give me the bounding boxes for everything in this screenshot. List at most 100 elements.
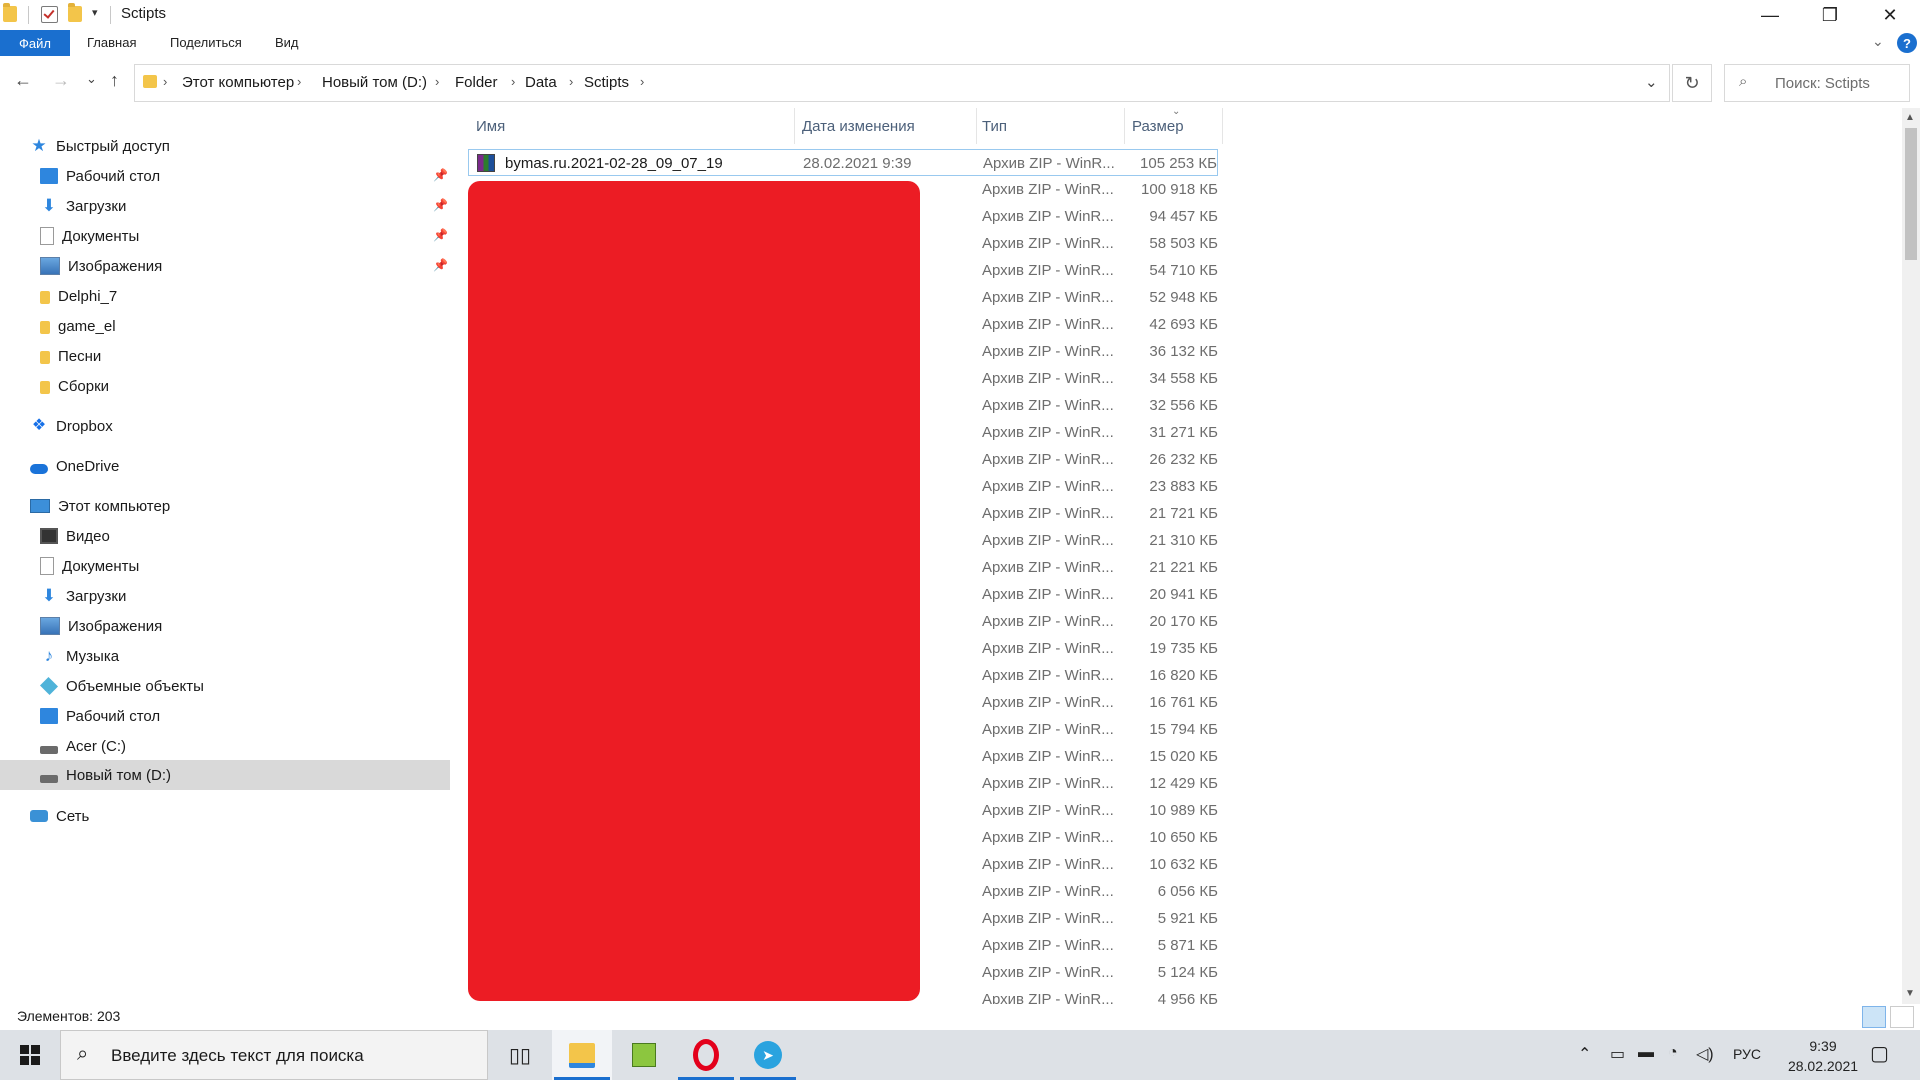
help-icon[interactable]: ? (1897, 33, 1917, 53)
file-type: Архив ZIP - WinR... (982, 802, 1114, 819)
minimize-button[interactable]: — (1740, 0, 1800, 30)
properties-check-icon[interactable] (41, 6, 58, 23)
pin-icon[interactable]: 📌 (433, 198, 448, 212)
up-arrow-icon[interactable]: ↑ (110, 70, 119, 91)
column-header-size[interactable]: Размер (1132, 118, 1184, 135)
chevron-right-icon[interactable]: › (297, 74, 301, 89)
telegram-icon[interactable]: ➤ (738, 1030, 798, 1080)
notifications-icon[interactable]: ▢ (1870, 1041, 1889, 1066)
sidebar-item-documents[interactable]: Документы (40, 222, 139, 250)
opera-icon[interactable] (676, 1030, 736, 1080)
chevron-right-icon[interactable]: › (435, 74, 439, 89)
scroll-up-icon[interactable]: ▲ (1905, 112, 1915, 123)
file-explorer-icon[interactable] (552, 1030, 612, 1080)
taskbar-search-input[interactable]: ⌕ Введите здесь текст для поиска (60, 1030, 488, 1080)
file-type: Архив ZIP - WinR... (982, 289, 1114, 306)
sidebar-item-video[interactable]: Видео (40, 522, 110, 550)
pin-icon[interactable]: 📌 (433, 258, 448, 272)
sidebar-quick-access[interactable]: ★ Быстрый доступ (30, 132, 170, 160)
sidebar-item-game-el[interactable]: game_el (40, 312, 116, 340)
search-input[interactable]: ⌕ Поиск: Sctipts (1724, 64, 1910, 102)
documents-icon (40, 227, 54, 245)
sidebar-item-this-pc[interactable]: Этот компьютер (30, 492, 170, 520)
chevron-right-icon[interactable]: › (569, 74, 573, 89)
sidebar-item-desktop[interactable]: Рабочий стол (40, 162, 160, 190)
address-dropdown-icon[interactable]: ⌄ (1645, 73, 1658, 91)
column-header-name[interactable]: Имя (476, 118, 505, 135)
breadcrumb-drive-d[interactable]: Новый том (D:) (322, 74, 427, 91)
file-size: 54 710 КБ (1149, 262, 1218, 279)
vertical-scrollbar[interactable]: ▲ ▼ (1902, 108, 1920, 1004)
sidebar-item-label: Dropbox (56, 417, 113, 435)
battery-icon[interactable]: ▬ (1638, 1044, 1654, 1062)
scrollbar-thumb[interactable] (1905, 128, 1917, 260)
sidebar-item-downloads-pc[interactable]: ⬇ Загрузки (40, 582, 127, 610)
column-header-date[interactable]: Дата изменения (802, 118, 915, 135)
file-size: 16 820 КБ (1149, 667, 1218, 684)
start-button[interactable] (0, 1030, 60, 1080)
sidebar-item-drive-c[interactable]: Acer (C:) (40, 732, 126, 760)
recent-locations-icon[interactable]: ⌄ (86, 71, 97, 87)
sidebar-item-pictures[interactable]: Изображения (40, 252, 162, 280)
new-folder-icon[interactable] (68, 3, 82, 22)
notepad-icon[interactable] (614, 1030, 674, 1080)
input-language[interactable]: РУС (1733, 1046, 1761, 1062)
chevron-down-icon[interactable]: ⌄ (1872, 33, 1884, 50)
table-row[interactable]: bymas.ru.2021-02-28_09_07_19 28.02.2021 9… (468, 149, 1218, 176)
sidebar-item-delphi7[interactable]: Delphi_7 (40, 282, 117, 310)
tab-home[interactable]: Главная (87, 35, 136, 50)
sidebar-item-builds[interactable]: Сборки (40, 372, 109, 400)
search-icon: ⌕ (77, 1043, 89, 1065)
show-hidden-icons-icon[interactable]: ⌃ (1578, 1044, 1591, 1064)
task-view-icon[interactable]: ▯▯ (490, 1030, 550, 1080)
sidebar-item-desktop-pc[interactable]: Рабочий стол (40, 702, 160, 730)
sidebar-item-label: Этот компьютер (58, 497, 171, 515)
large-icons-view-icon[interactable] (1890, 1006, 1914, 1028)
breadcrumb-folder[interactable]: Folder (455, 74, 498, 91)
column-divider[interactable] (976, 108, 977, 144)
sidebar-item-onedrive[interactable]: OneDrive (30, 452, 119, 480)
file-type: Архив ZIP - WinR... (982, 424, 1114, 441)
address-bar[interactable]: › Этот компьютер › Новый том (D:) › Fold… (134, 64, 1670, 102)
sidebar-item-drive-d[interactable]: Новый том (D:) (0, 760, 450, 790)
column-divider[interactable] (794, 108, 795, 144)
sidebar-item-network[interactable]: Сеть (30, 802, 89, 830)
sidebar-item-dropbox[interactable]: ❖ Dropbox (30, 412, 113, 440)
chevron-right-icon[interactable]: › (511, 74, 515, 89)
desktop-icon (40, 168, 58, 184)
sidebar-item-songs[interactable]: Песни (40, 342, 101, 370)
title-bar: ▾ Sctipts — ❐ ✕ (0, 0, 1920, 30)
wifi-icon[interactable]: ◔ (1668, 1044, 1678, 1062)
column-divider[interactable] (1222, 108, 1223, 144)
breadcrumb-sctipts[interactable]: Sctipts (584, 74, 629, 91)
pin-icon[interactable]: 📌 (433, 228, 448, 242)
forward-arrow-icon[interactable]: → (52, 70, 70, 91)
tab-view[interactable]: Вид (275, 35, 299, 50)
breadcrumb-this-pc[interactable]: Этот компьютер (182, 74, 294, 91)
system-clock[interactable]: 9:39 28.02.2021 (1778, 1036, 1868, 1076)
volume-icon[interactable]: ◁) (1696, 1044, 1714, 1064)
sidebar-item-music[interactable]: ♪ Музыка (40, 642, 119, 670)
sidebar-item-pictures-pc[interactable]: Изображения (40, 612, 162, 640)
column-divider[interactable] (1124, 108, 1125, 144)
tab-file[interactable]: Файл (0, 30, 70, 56)
tab-share[interactable]: Поделиться (170, 35, 242, 50)
column-header-type[interactable]: Тип (982, 118, 1007, 135)
folder-icon (40, 290, 50, 304)
scroll-down-icon[interactable]: ▼ (1905, 988, 1915, 999)
refresh-button[interactable]: ↻ (1672, 64, 1712, 102)
sidebar-item-label: Изображения (68, 257, 163, 275)
close-button[interactable]: ✕ (1860, 0, 1920, 30)
quick-access-dropdown-icon[interactable]: ▾ (92, 6, 98, 19)
breadcrumb-data[interactable]: Data (525, 74, 557, 91)
details-view-icon[interactable] (1862, 1006, 1886, 1028)
restore-button[interactable]: ❐ (1800, 0, 1860, 30)
device-icon[interactable]: ▭ (1610, 1044, 1625, 1064)
sidebar-item-downloads[interactable]: ⬇ Загрузки (40, 192, 127, 220)
navigation-row: ← → ⌄ ↑ › Этот компьютер › Новый том (D:… (0, 62, 1920, 102)
pin-icon[interactable]: 📌 (433, 168, 448, 182)
sidebar-item-documents-pc[interactable]: Документы (40, 552, 139, 580)
back-arrow-icon[interactable]: ← (14, 70, 32, 91)
chevron-right-icon[interactable]: › (640, 74, 644, 89)
sidebar-item-3d-objects[interactable]: Объемные объекты (39, 672, 204, 700)
